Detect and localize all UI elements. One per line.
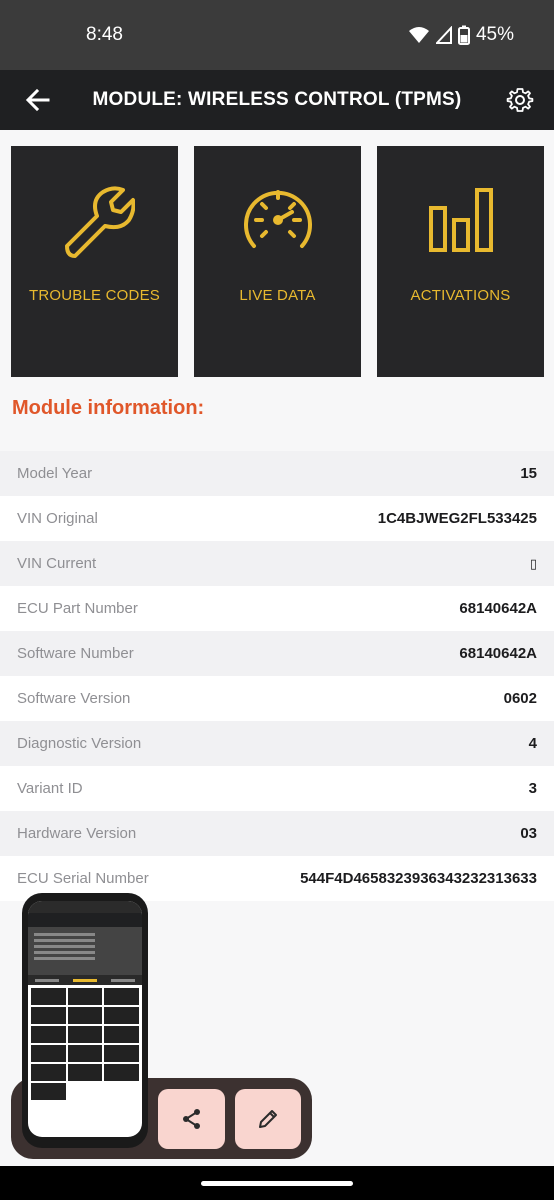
info-value: 0602: [503, 690, 537, 707]
signal-icon: [435, 26, 452, 44]
wifi-icon: [408, 27, 429, 43]
pencil-icon: [259, 1110, 277, 1128]
live-data-tile[interactable]: LIVE DATA: [194, 146, 361, 377]
info-row: Diagnostic Version 4: [0, 721, 554, 766]
tile-label-trouble-codes: TROUBLE CODES: [29, 287, 160, 304]
info-label: Variant ID: [17, 780, 83, 797]
thumbnail-screen: [28, 901, 142, 1137]
info-label: ECU Serial Number: [17, 870, 149, 887]
tile-label-live-data: LIVE DATA: [239, 287, 316, 304]
info-label: VIN Original: [17, 510, 98, 527]
info-row: Model Year 15: [0, 451, 554, 496]
activations-tile[interactable]: ACTIVATIONS: [377, 146, 544, 377]
info-label: Hardware Version: [17, 825, 137, 842]
info-label: Diagnostic Version: [17, 735, 142, 752]
info-value: 15: [520, 465, 537, 482]
thumbnail-module-grid: [28, 985, 142, 1103]
info-label: Software Number: [17, 645, 134, 662]
info-value: ▯: [529, 555, 537, 571]
info-value: 68140642A: [459, 600, 537, 617]
share-button[interactable]: [158, 1089, 225, 1149]
info-row: VIN Current ▯: [0, 541, 554, 586]
info-row: Variant ID 3: [0, 766, 554, 811]
battery-icon: [457, 25, 470, 45]
bar-chart-icon: [428, 188, 493, 252]
info-value: 3: [528, 780, 537, 797]
info-row: Software Number 68140642A: [0, 631, 554, 676]
share-icon: [182, 1109, 200, 1129]
info-row: ECU Part Number 68140642A: [0, 586, 554, 631]
page-title: MODULE: WIRELESS CONTROL (TPMS): [92, 89, 462, 110]
info-row: Software Version 0602: [0, 676, 554, 721]
wrench-icon: [64, 186, 135, 258]
action-tiles: TROUBLE CODES LIVE DATA ACTIVATIONS: [11, 146, 544, 377]
thumbnail-info-block: [28, 927, 142, 975]
status-icons: 45%: [408, 24, 514, 46]
info-value: 544F4D4658323936343232313633: [300, 870, 537, 887]
app-bar: MODULE: WIRELESS CONTROL (TPMS): [0, 70, 554, 130]
info-row: Hardware Version 03: [0, 811, 554, 856]
edit-button[interactable]: [235, 1089, 301, 1149]
module-info-table: Model Year 15 VIN Original 1C4BJWEG2FL5334…: [0, 451, 554, 901]
info-value: 03: [520, 825, 537, 842]
info-value: 1C4BJWEG2FL533425: [377, 510, 537, 527]
thumbnail-tabs: [28, 975, 142, 985]
battery-percent: 45%: [475, 24, 514, 45]
screenshot-thumbnail[interactable]: [22, 893, 148, 1148]
gauge-icon: [243, 190, 312, 248]
info-label: VIN Current: [17, 555, 97, 572]
info-label: ECU Part Number: [17, 600, 138, 617]
info-row: VIN Original 1C4BJWEG2FL533425: [0, 496, 554, 541]
tile-label-activations: ACTIVATIONS: [410, 287, 511, 304]
gear-icon[interactable]: [506, 86, 534, 114]
status-time: 8:48: [86, 24, 123, 45]
thumbnail-app-bar: [28, 913, 142, 927]
thumbnail-status-bar: [28, 901, 142, 913]
info-label: Model Year: [17, 465, 93, 482]
info-label: Software Version: [17, 690, 131, 707]
home-indicator[interactable]: [201, 1181, 353, 1186]
section-title: Module information:: [12, 397, 205, 419]
status-bar: 8:48 45%: [0, 0, 554, 70]
trouble-codes-tile[interactable]: TROUBLE CODES: [11, 146, 178, 377]
info-value: 4: [528, 735, 537, 752]
info-value: 68140642A: [459, 645, 537, 662]
